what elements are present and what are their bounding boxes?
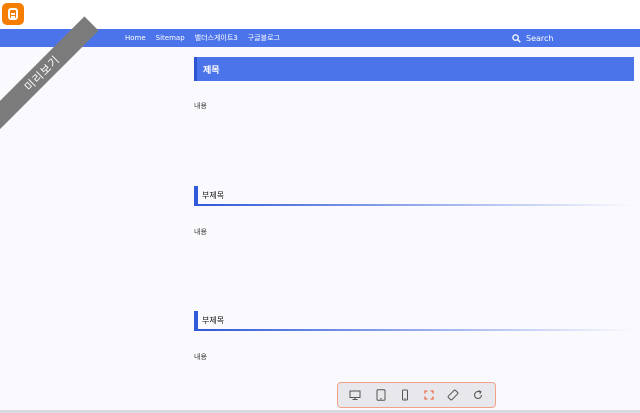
subheading-2-underline <box>198 329 634 331</box>
preview-ribbon-label: 미리보기 <box>22 53 63 94</box>
nav-link-baldurs-gate[interactable]: 밸더스게이트3 <box>195 33 238 43</box>
blogger-logo-icon[interactable] <box>2 3 24 25</box>
nav-links: Home Sitemap 밸더스게이트3 구글블로그 <box>125 29 280 47</box>
section-body-2: 내용 <box>194 228 207 236</box>
refresh-icon[interactable] <box>472 389 484 401</box>
fullscreen-icon[interactable] <box>423 389 435 401</box>
desktop-icon[interactable] <box>349 389 361 401</box>
subheading-1-label: 부제목 <box>202 191 225 200</box>
subheading-2-label: 부제목 <box>202 316 225 325</box>
nav-link-home[interactable]: Home <box>125 34 146 42</box>
subheading-1-underline <box>198 204 634 206</box>
section-body-3: 내용 <box>194 353 207 361</box>
post-title: 제목 <box>203 65 220 76</box>
top-bar <box>0 0 640 29</box>
subheading-1: 부제목 <box>194 186 634 206</box>
rotate-icon[interactable] <box>447 389 459 401</box>
preview-toolbar <box>337 382 496 408</box>
nav-link-google-blog[interactable]: 구글블로그 <box>248 33 280 43</box>
section-body-1: 내용 <box>194 102 207 110</box>
post-title-box: 제목 <box>194 57 634 81</box>
search-label: Search <box>526 33 554 43</box>
search-icon <box>512 33 521 43</box>
tablet-icon[interactable] <box>375 389 387 401</box>
search-button[interactable]: Search <box>512 29 553 47</box>
mobile-icon[interactable] <box>399 389 411 401</box>
nav-link-sitemap[interactable]: Sitemap <box>156 34 185 42</box>
subheading-2: 부제목 <box>194 311 634 331</box>
